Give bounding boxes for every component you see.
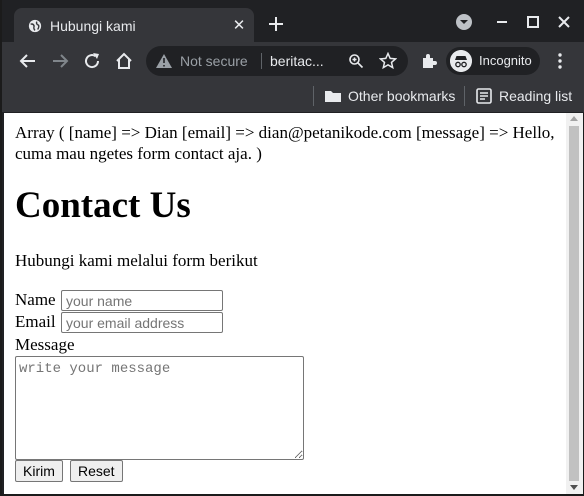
close-tab-icon[interactable]: ✕ bbox=[230, 17, 248, 35]
incognito-label: Incognito bbox=[479, 53, 532, 68]
warning-icon[interactable] bbox=[156, 54, 172, 68]
submitted-data-dump: Array ( [name] => Dian [email] => dian@p… bbox=[15, 123, 555, 163]
forward-icon[interactable] bbox=[50, 51, 70, 71]
scrollbar-thumb[interactable] bbox=[569, 126, 579, 481]
submit-button[interactable]: Kirim bbox=[15, 460, 63, 482]
home-icon[interactable] bbox=[114, 51, 134, 71]
message-label: Message bbox=[15, 335, 75, 354]
bookmark-reading-list[interactable]: Reading list bbox=[475, 87, 575, 105]
bookmark-label: Reading list bbox=[499, 88, 573, 104]
back-icon[interactable] bbox=[18, 51, 38, 71]
minimize-icon[interactable] bbox=[492, 12, 512, 32]
bookmarks-bar: Other bookmarks Reading list bbox=[2, 80, 584, 113]
tab-title: Hubungi kami bbox=[50, 18, 136, 34]
page-title: Contact Us bbox=[15, 185, 191, 226]
more-menu-icon[interactable] bbox=[552, 52, 568, 70]
incognito-icon bbox=[450, 50, 472, 72]
reload-icon[interactable] bbox=[82, 51, 102, 71]
folder-icon bbox=[325, 91, 341, 102]
page-viewport: Array ( [name] => Dian [email] => dian@p… bbox=[4, 113, 566, 494]
name-input[interactable] bbox=[61, 290, 223, 311]
browser-window: Hubungi kami ✕ Not secure beritac... Inc… bbox=[0, 0, 584, 496]
name-label: Name bbox=[15, 290, 56, 309]
zoom-icon[interactable] bbox=[348, 53, 364, 69]
email-input[interactable] bbox=[61, 312, 223, 333]
omnibox-divider bbox=[261, 53, 262, 69]
reading-list-icon bbox=[476, 88, 492, 104]
close-window-icon[interactable] bbox=[554, 12, 574, 32]
intro-text: Hubungi kami melalui form berikut bbox=[15, 251, 258, 270]
reset-button[interactable]: Reset bbox=[70, 460, 123, 482]
incognito-profile-button[interactable]: Incognito bbox=[446, 47, 540, 75]
tab-search-icon[interactable] bbox=[454, 12, 474, 32]
bookmark-other-bookmarks[interactable]: Other bookmarks bbox=[324, 87, 456, 105]
bookmark-star-icon[interactable] bbox=[379, 52, 397, 70]
address-bar[interactable]: Not secure beritac... bbox=[146, 46, 408, 76]
url-text[interactable]: beritac... bbox=[270, 53, 324, 69]
bookmarks-divider bbox=[313, 86, 314, 106]
security-status[interactable]: Not secure bbox=[180, 53, 248, 69]
scroll-down-arrow-icon[interactable] bbox=[570, 485, 578, 490]
message-textarea[interactable] bbox=[15, 356, 304, 460]
scroll-up-arrow-icon[interactable] bbox=[570, 116, 578, 121]
tab-strip: Hubungi kami ✕ bbox=[2, 0, 584, 44]
new-tab-icon[interactable] bbox=[266, 14, 286, 34]
extensions-icon[interactable] bbox=[420, 52, 438, 70]
maximize-icon[interactable] bbox=[523, 12, 543, 32]
bookmarks-divider bbox=[464, 86, 465, 106]
bookmark-label: Other bookmarks bbox=[348, 88, 456, 104]
globe-icon bbox=[28, 19, 42, 33]
email-label: Email bbox=[15, 312, 56, 331]
vertical-scrollbar[interactable] bbox=[566, 113, 583, 494]
tab-hubungi-kami[interactable]: Hubungi kami ✕ bbox=[14, 8, 254, 44]
